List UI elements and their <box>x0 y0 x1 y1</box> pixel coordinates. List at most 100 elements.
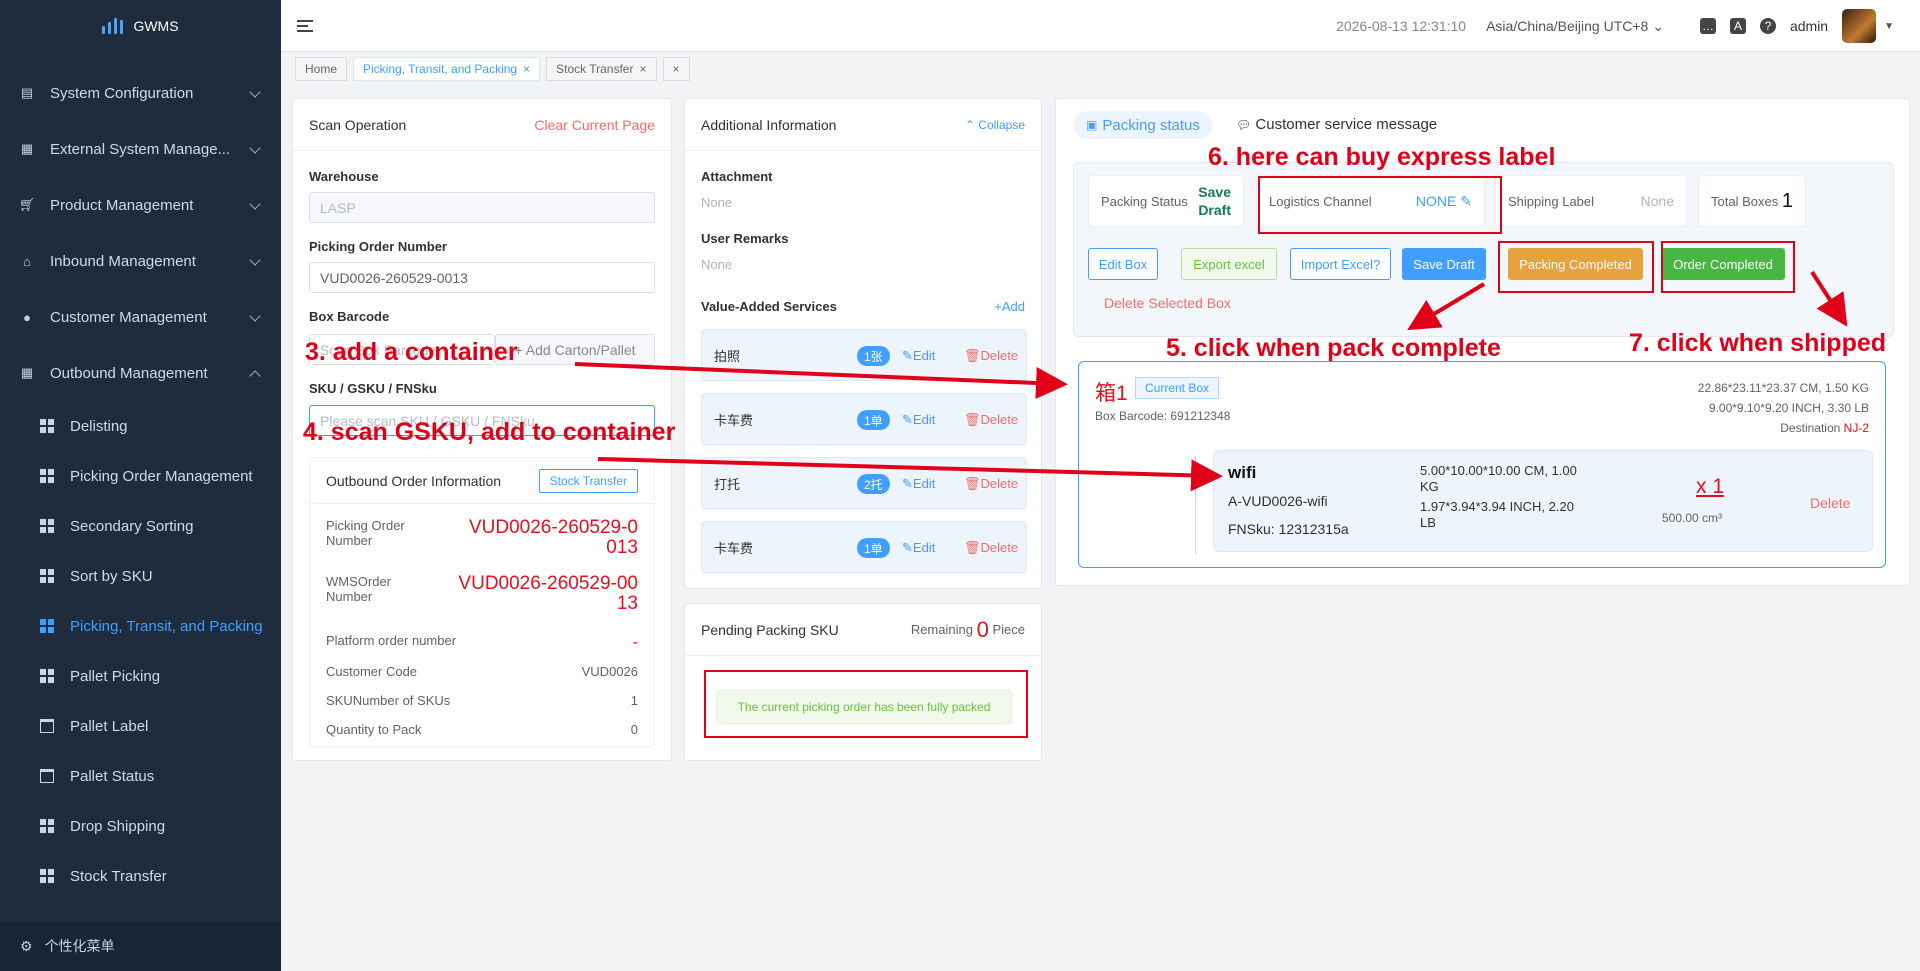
divider <box>1195 456 1196 554</box>
tab-customer-message[interactable]: 💬︎ Customer service message <box>1236 116 1437 133</box>
stock-transfer-button[interactable]: Stock Transfer <box>538 468 638 493</box>
tab-bar: Home Picking, Transit, and Packing × Stoc… <box>281 52 1920 85</box>
avatar[interactable] <box>1842 9 1877 43</box>
close-icon[interactable]: × <box>639 62 646 76</box>
delete-service-button[interactable]: 🗑︎Delete <box>964 412 1018 428</box>
delete-selected-box-button[interactable]: Delete Selected Box <box>1104 295 1231 311</box>
grid-icon <box>40 569 54 583</box>
sidebar-item-sort-by-sku[interactable]: Sort by SKU <box>0 551 281 601</box>
chevron-down-icon[interactable]: ▼ <box>1884 21 1894 32</box>
remarks-label: User Remarks <box>701 231 789 246</box>
box-card[interactable]: 箱1 Current Box Box Barcode: 691212348 22… <box>1078 361 1886 568</box>
scan-operation-card: Scan Operation Clear Current Page Warehou… <box>292 98 672 761</box>
add-service-button[interactable]: +Add <box>994 299 1025 314</box>
top-header: 2026-08-13 12:31:10 Asia/China/Beijing U… <box>281 0 1920 52</box>
save-draft-button[interactable]: Save Draft <box>1402 248 1486 280</box>
tab-home[interactable]: Home <box>295 56 348 81</box>
collapse-button[interactable]: ⌃ Collapse <box>965 118 1025 132</box>
outbound-title: Outbound Order Information <box>326 472 502 489</box>
menu-inbound-management[interactable]: ⌂ Inbound Management <box>0 233 281 289</box>
fully-packed-message: The current picking order has been fully… <box>716 690 1012 724</box>
menu-outbound-management[interactable]: ▦ Outbound Management <box>0 345 281 401</box>
export-excel-button[interactable]: Export excel <box>1181 248 1277 280</box>
sidebar-item-pallet-picking[interactable]: Pallet Picking <box>0 651 281 701</box>
edit-service-button[interactable]: ✎Edit <box>902 412 935 428</box>
app-logo[interactable]: GWMS <box>0 0 281 52</box>
tab-packing-status[interactable]: ▣ Packing status <box>1074 111 1212 139</box>
packing-status-chip: Packing Status Save Draft <box>1088 175 1244 227</box>
grid-icon: ▦ <box>20 365 34 380</box>
current-box-badge: Current Box <box>1135 377 1220 399</box>
additional-info-card: Additional Information ⌃ Collapse Attachm… <box>684 98 1042 589</box>
grid-icon: ▦ <box>20 141 34 156</box>
edit-service-button[interactable]: ✎Edit <box>902 540 935 556</box>
translate-icon[interactable]: A <box>1729 18 1746 34</box>
packing-status-card: ▣ Packing status 💬︎ Customer service mess… <box>1055 98 1910 586</box>
sidebar-item-picking-transit-packing[interactable]: Picking, Transit, and Packing <box>0 601 281 651</box>
edit-service-button[interactable]: ✎Edit <box>902 476 935 492</box>
menu-system-configuration[interactable]: ▤ System Configuration <box>0 65 281 121</box>
sku-label: SKU / GSKU / FNSku <box>309 381 437 396</box>
grid-icon <box>40 869 54 883</box>
clear-page-button[interactable]: Clear Current Page <box>534 117 655 133</box>
logistics-channel-chip[interactable]: Logistics Channel NONE ✎ <box>1256 175 1485 227</box>
timezone-select[interactable]: Asia/China/Beijing UTC+8 ⌄ <box>1486 18 1664 35</box>
close-icon: × <box>672 61 680 76</box>
import-excel-button[interactable]: Import Excel? <box>1290 248 1391 280</box>
menu-toggle-icon[interactable] <box>297 19 313 32</box>
menu-external-system[interactable]: ▦ External System Manage... <box>0 121 281 177</box>
pending-packing-card: Pending Packing SKU Remaining 0 Piece The… <box>684 603 1042 761</box>
sidebar-footer[interactable]: ⚙ 个性化菜单 <box>0 921 281 971</box>
service-row: 卡车费 1单 ✎Edit 🗑︎Delete <box>701 393 1027 445</box>
sidebar-item-delisting[interactable]: Delisting <box>0 401 281 451</box>
edit-icon[interactable]: ✎ <box>1460 193 1472 209</box>
chevron-down-icon <box>249 86 261 98</box>
packing-completed-button[interactable]: Packing Completed <box>1508 248 1643 280</box>
item-qty: x 1 <box>1696 475 1725 498</box>
sku-input[interactable]: Please scan SKU / GSKU / FNSku <box>309 405 655 436</box>
sidebar-item-picking-order-management[interactable]: Picking Order Management <box>0 451 281 501</box>
box-dimensions-cm: 22.86*23.11*23.37 CM, 1.50 KG <box>1697 381 1869 395</box>
grid-icon <box>40 669 54 683</box>
edit-service-button[interactable]: ✎Edit <box>902 348 935 364</box>
order-completed-button[interactable]: Order Completed <box>1661 248 1785 280</box>
grid-icon <box>40 619 54 633</box>
total-boxes-chip: Total Boxes 1 <box>1698 175 1806 227</box>
delete-service-button[interactable]: 🗑︎Delete <box>964 476 1018 492</box>
sidebar-item-stock-transfer[interactable]: Stock Transfer <box>0 851 281 901</box>
add-carton-button[interactable]: + Add Carton/Pallet <box>495 334 655 365</box>
pending-title: Pending Packing SKU <box>701 621 839 638</box>
cart-icon: 🛒︎ <box>18 197 36 212</box>
attachment-label: Attachment <box>701 169 773 184</box>
delete-service-button[interactable]: 🗑︎Delete <box>964 348 1018 364</box>
menu-customer-management[interactable]: ● Customer Management <box>0 289 281 345</box>
order-number-field[interactable]: VUD0026-260529-0013 <box>309 262 655 293</box>
chat-icon[interactable]: … <box>1699 18 1716 34</box>
grid-icon <box>40 419 54 433</box>
box-barcode-input[interactable]: Scan Box Barcode <box>309 334 495 365</box>
document-icon: ▤ <box>20 85 34 100</box>
sidebar-item-pallet-label[interactable]: Pallet Label <box>0 701 281 751</box>
chevron-down-icon <box>249 310 261 322</box>
close-all-tabs-button[interactable]: × <box>662 56 690 81</box>
qty-to-pack-value: 0 <box>630 722 638 737</box>
home-icon: ⌂ <box>23 253 31 269</box>
tab-stock-transfer[interactable]: Stock Transfer × <box>546 56 657 81</box>
chevron-up-icon <box>249 370 261 382</box>
close-icon[interactable]: × <box>523 62 530 76</box>
item-volume: 500.00 cm³ <box>1662 511 1723 525</box>
menu-product-management[interactable]: 🛒︎ Product Management <box>0 177 281 233</box>
edit-box-button[interactable]: Edit Box <box>1088 248 1158 280</box>
help-icon[interactable]: ? <box>1759 18 1776 34</box>
delete-item-button[interactable]: Delete <box>1810 495 1850 511</box>
tab-picking-transit-packing[interactable]: Picking, Transit, and Packing × <box>353 56 541 81</box>
sidebar-item-pallet-status[interactable]: Pallet Status <box>0 751 281 801</box>
username[interactable]: admin <box>1790 18 1828 34</box>
warehouse-field: LASP <box>309 192 655 223</box>
printer-icon <box>40 719 54 733</box>
sidebar-item-drop-shipping[interactable]: Drop Shipping <box>0 801 281 851</box>
service-row: 卡车费 1单 ✎Edit 🗑︎Delete <box>701 521 1027 573</box>
sidebar-item-secondary-sorting[interactable]: Secondary Sorting <box>0 501 281 551</box>
delete-service-button[interactable]: 🗑︎Delete <box>964 540 1018 556</box>
printer-icon <box>40 769 54 783</box>
